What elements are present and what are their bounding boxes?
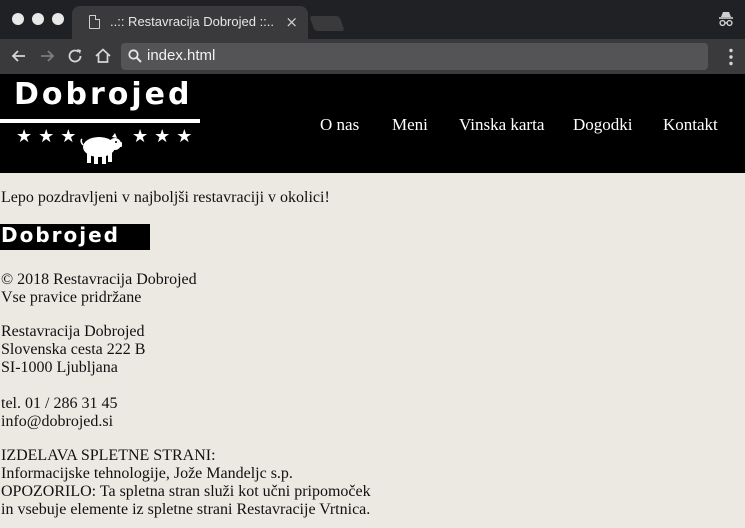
disclaimer-line-2: in vsebuje elemente iz spletne strani Re… bbox=[1, 501, 371, 518]
address-bar[interactable]: index.html bbox=[121, 43, 708, 70]
credits-heading: IZDELAVA SPLETNE STRANI: bbox=[1, 447, 216, 464]
tab-close-button[interactable]: × bbox=[285, 13, 298, 31]
new-tab-button[interactable] bbox=[309, 16, 345, 31]
nav-link-dogodki[interactable]: Dogodki bbox=[573, 115, 633, 135]
tab-title: ..:: Restavracija Dobrojed ::.. bbox=[110, 14, 275, 29]
browser-toolbar: index.html bbox=[0, 39, 745, 74]
email-link[interactable]: info@dobrojed.si bbox=[1, 413, 113, 431]
rights-text: Vse pravice pridržane bbox=[1, 289, 142, 306]
search-icon bbox=[128, 49, 142, 63]
page-content: Lepo pozdravljeni v najboljši restavraci… bbox=[0, 173, 745, 528]
window-zoom-button[interactable] bbox=[52, 13, 64, 25]
copyright-text: © 2018 Restavracija Dobrojed bbox=[1, 271, 197, 288]
address-street: Slovenska cesta 222 B bbox=[1, 341, 146, 358]
welcome-text: Lepo pozdravljeni v najboljši restavraci… bbox=[1, 189, 330, 206]
nav-link-o-nas[interactable]: O nas bbox=[320, 115, 359, 135]
document-icon bbox=[89, 15, 100, 29]
browser-tab[interactable]: ..:: Restavracija Dobrojed ::.. × bbox=[72, 6, 308, 39]
browser-tab-bar: ..:: Restavracija Dobrojed ::.. × bbox=[0, 0, 745, 39]
nav-link-meni[interactable]: Meni bbox=[392, 115, 428, 135]
forward-arrow-icon[interactable] bbox=[37, 46, 57, 66]
address-city: SI-1000 Ljubljana bbox=[1, 359, 118, 376]
disclaimer-line-1: OPOZORILO: Ta spletna stran služi kot uč… bbox=[1, 483, 371, 500]
url-text: index.html bbox=[147, 47, 216, 64]
pig-icon bbox=[80, 133, 122, 164]
reload-icon[interactable] bbox=[65, 46, 85, 66]
more-menu-icon[interactable] bbox=[729, 48, 733, 66]
site-logo[interactable]: Dobrojed ★★★ ★★★ bbox=[0, 74, 205, 173]
back-arrow-icon[interactable] bbox=[9, 46, 29, 66]
footer-logo-text: Dobrojed bbox=[1, 223, 120, 247]
site-header: Dobrojed ★★★ ★★★ O nas Meni Vinska karta… bbox=[0, 74, 745, 173]
stars-right-icon: ★★★ bbox=[132, 126, 199, 147]
nav-link-kontakt[interactable]: Kontakt bbox=[663, 115, 718, 135]
credits-author: Informacijske tehnologije, Jože Mandeljc… bbox=[1, 465, 293, 482]
phone-text: tel. 01 / 286 31 45 bbox=[1, 395, 118, 412]
home-icon[interactable] bbox=[93, 46, 113, 66]
window-close-button[interactable] bbox=[12, 13, 24, 25]
incognito-icon[interactable] bbox=[717, 10, 735, 28]
stars-left-icon: ★★★ bbox=[16, 126, 83, 147]
logo-divider bbox=[0, 119, 200, 123]
logo-text: Dobrojed bbox=[14, 77, 193, 112]
window-minimize-button[interactable] bbox=[32, 13, 44, 25]
footer-logo: Dobrojed bbox=[0, 223, 150, 250]
nav-link-vinska-karta[interactable]: Vinska karta bbox=[459, 115, 544, 135]
address-name: Restavracija Dobrojed bbox=[1, 323, 145, 340]
